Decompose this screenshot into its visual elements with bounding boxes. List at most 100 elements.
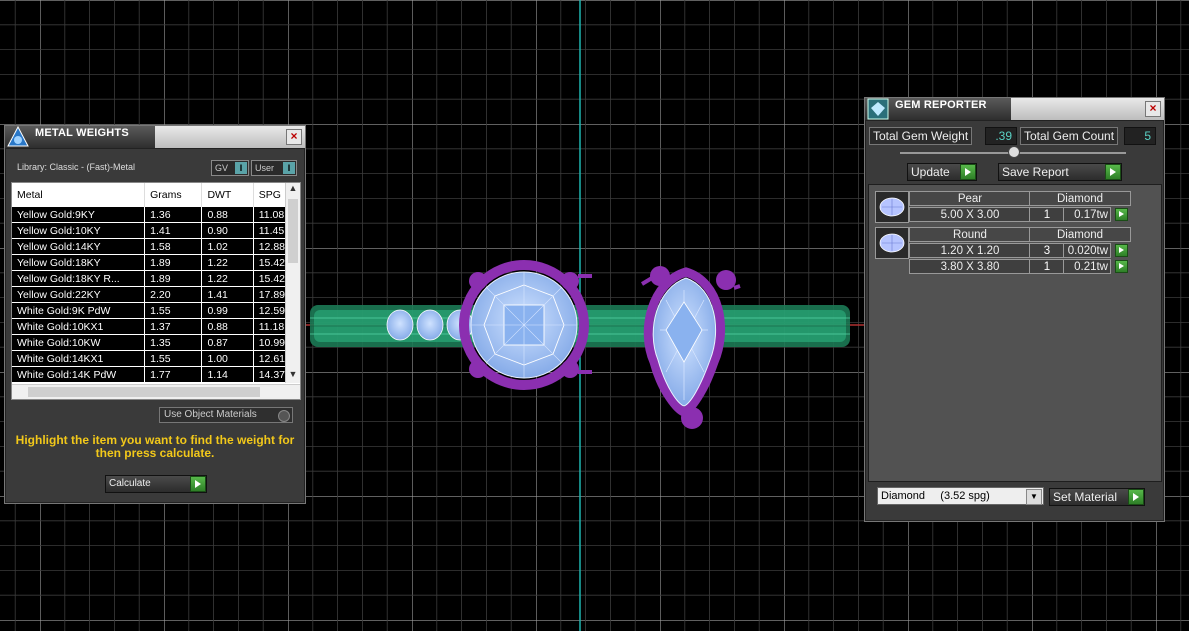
green-play-icon: [960, 164, 976, 180]
spg-cell: 17.89: [253, 286, 287, 303]
use-object-materials-checkbox[interactable]: Use Object Materials: [159, 407, 293, 423]
gem-reporter-slider-knob[interactable]: [1008, 146, 1020, 158]
metal-name-cell: White Gold:10KW: [12, 334, 146, 351]
gv-toggle[interactable]: GV I: [211, 160, 249, 176]
material-select-value: Diamond (3.52 spg): [881, 490, 990, 502]
col-metal[interactable]: Metal: [12, 183, 146, 207]
spg-cell: 10.99: [253, 334, 287, 351]
metal-table-header: Metal Grams DWT SPG: [12, 183, 287, 207]
gem-reporter-title: GEM REPORTER: [895, 99, 987, 111]
grams-cell: 1.55: [144, 350, 203, 367]
gem-count: 1: [1029, 207, 1065, 222]
material-select[interactable]: Diamond (3.52 spg) ▼: [877, 487, 1044, 505]
col-dwt[interactable]: DWT: [201, 183, 254, 207]
green-play-icon: [1128, 489, 1144, 505]
gem-icon: [875, 227, 909, 259]
col-spg[interactable]: SPG: [253, 183, 287, 207]
gem-reporter-titlebar[interactable]: GEM REPORTER ×: [865, 98, 1164, 121]
dwt-cell: 0.88: [201, 207, 254, 223]
table-row[interactable]: Yellow Gold:14KY 1.58 1.02 12.88: [12, 238, 287, 255]
metal-table-grid: Metal Grams DWT SPG Yellow Gold:9KY 1.36 0…: [12, 183, 287, 383]
metal-weights-titlebar[interactable]: METAL WEIGHTS ×: [5, 126, 305, 149]
metal-weights-app-icon: [7, 126, 29, 147]
total-gem-count-value: 5: [1124, 127, 1156, 145]
gem-count: 3: [1029, 243, 1065, 258]
table-row[interactable]: Yellow Gold:10KY 1.41 0.90 11.45: [12, 222, 287, 239]
gem-row[interactable]: 3.80 X 3.80 1 0.21tw: [909, 259, 1149, 274]
gem-list[interactable]: Pear Diamond 5.00 X 3.00 1 0.17tw Round …: [868, 184, 1162, 482]
dwt-cell: 1.02: [201, 238, 254, 255]
gem-row[interactable]: 5.00 X 3.00 1 0.17tw: [909, 207, 1149, 222]
total-gem-weight-label: Total Gem Weight: [869, 127, 973, 145]
gem-shape: Pear: [909, 191, 1031, 206]
metal-weights-title: METAL WEIGHTS: [35, 127, 129, 139]
metal-name-cell: Yellow Gold:14KY: [12, 238, 146, 255]
save-report-button[interactable]: Save Report: [998, 163, 1122, 181]
table-row[interactable]: White Gold:14K PdW 1.77 1.14 14.37: [12, 366, 287, 383]
calculate-label: Calculate: [109, 478, 151, 489]
green-play-icon: [1105, 164, 1121, 180]
grams-cell: 1.89: [144, 270, 203, 287]
round-center-stone[interactable]: [459, 260, 592, 390]
gem-reporter-close-icon[interactable]: ×: [1145, 101, 1161, 117]
gem-weight: 0.17tw: [1063, 207, 1111, 222]
table-row[interactable]: White Gold:10KW 1.35 0.87 10.99: [12, 334, 287, 351]
gem-icon: [875, 191, 909, 223]
metal-name-cell: Yellow Gold:9KY: [12, 207, 146, 223]
scroll-up-icon[interactable]: ▲: [286, 183, 300, 197]
update-button[interactable]: Update: [907, 163, 977, 181]
metal-table-hscroll[interactable]: [12, 384, 300, 399]
spg-cell: 11.45: [253, 222, 287, 239]
green-play-icon[interactable]: [1115, 244, 1128, 257]
metal-table-vscroll[interactable]: ▲ ▼: [285, 183, 300, 383]
metal-weights-close-icon[interactable]: ×: [286, 129, 302, 145]
grams-cell: 1.77: [144, 366, 203, 383]
gem-row[interactable]: 1.20 X 1.20 3 0.020tw: [909, 243, 1149, 258]
set-material-label: Set Material: [1053, 490, 1118, 504]
green-play-icon[interactable]: [1115, 260, 1128, 273]
spg-cell: 15.42: [253, 270, 287, 287]
hscroll-thumb[interactable]: [28, 387, 260, 397]
metal-name-cell: Yellow Gold:22KY: [12, 286, 146, 303]
user-toggle-indicator: I: [283, 162, 295, 174]
table-row[interactable]: White Gold:14KX1 1.55 1.00 12.61: [12, 350, 287, 367]
table-row[interactable]: White Gold:9K PdW 1.55 0.99 12.59: [12, 302, 287, 319]
table-row[interactable]: Yellow Gold:22KY 2.20 1.41 17.89: [12, 286, 287, 303]
metal-name-cell: White Gold:10KX1: [12, 318, 146, 335]
metal-name-cell: Yellow Gold:18KY R...: [12, 270, 146, 287]
metal-table[interactable]: Metal Grams DWT SPG Yellow Gold:9KY 1.36 0…: [11, 182, 301, 400]
dwt-cell: 1.22: [201, 270, 254, 287]
table-row[interactable]: Yellow Gold:18KY R... 1.89 1.22 15.42: [12, 270, 287, 287]
calculate-button[interactable]: Calculate: [105, 475, 207, 493]
table-row[interactable]: White Gold:10KX1 1.37 0.88 11.18: [12, 318, 287, 335]
gem-weight: 0.21tw: [1063, 259, 1111, 274]
update-label: Update: [911, 165, 950, 179]
spg-cell: 12.88: [253, 238, 287, 255]
metal-name-cell: Yellow Gold:10KY: [12, 222, 146, 239]
dwt-cell: 1.14: [201, 366, 254, 383]
spg-cell: 12.59: [253, 302, 287, 319]
green-play-icon[interactable]: [1115, 208, 1128, 221]
metal-name-cell: White Gold:14K PdW: [12, 366, 146, 383]
total-gem-count-label: Total Gem Count: [1020, 127, 1119, 145]
gem-row-header: Round Diamond: [909, 227, 1133, 242]
vscroll-thumb[interactable]: [288, 199, 298, 263]
gem-count: 1: [1029, 259, 1065, 274]
scroll-down-icon[interactable]: ▼: [286, 369, 300, 383]
grams-cell: 1.58: [144, 238, 203, 255]
dropdown-arrow-icon[interactable]: ▼: [1026, 489, 1042, 505]
spg-cell: 11.08: [253, 207, 287, 223]
grams-cell: 1.41: [144, 222, 203, 239]
table-row[interactable]: Yellow Gold:9KY 1.36 0.88 11.08: [12, 207, 287, 223]
table-row[interactable]: Yellow Gold:18KY 1.89 1.22 15.42: [12, 254, 287, 271]
spg-cell: 12.61: [253, 350, 287, 367]
gem-row-header: Pear Diamond: [909, 191, 1133, 206]
user-toggle[interactable]: User I: [251, 160, 297, 176]
col-grams[interactable]: Grams: [144, 183, 203, 207]
metal-name-cell: White Gold:9K PdW: [12, 302, 146, 319]
dwt-cell: 0.90: [201, 222, 254, 239]
save-report-label: Save Report: [1002, 165, 1069, 179]
gv-toggle-indicator: I: [235, 162, 247, 174]
dwt-cell: 0.88: [201, 318, 254, 335]
set-material-button[interactable]: Set Material: [1049, 488, 1145, 506]
